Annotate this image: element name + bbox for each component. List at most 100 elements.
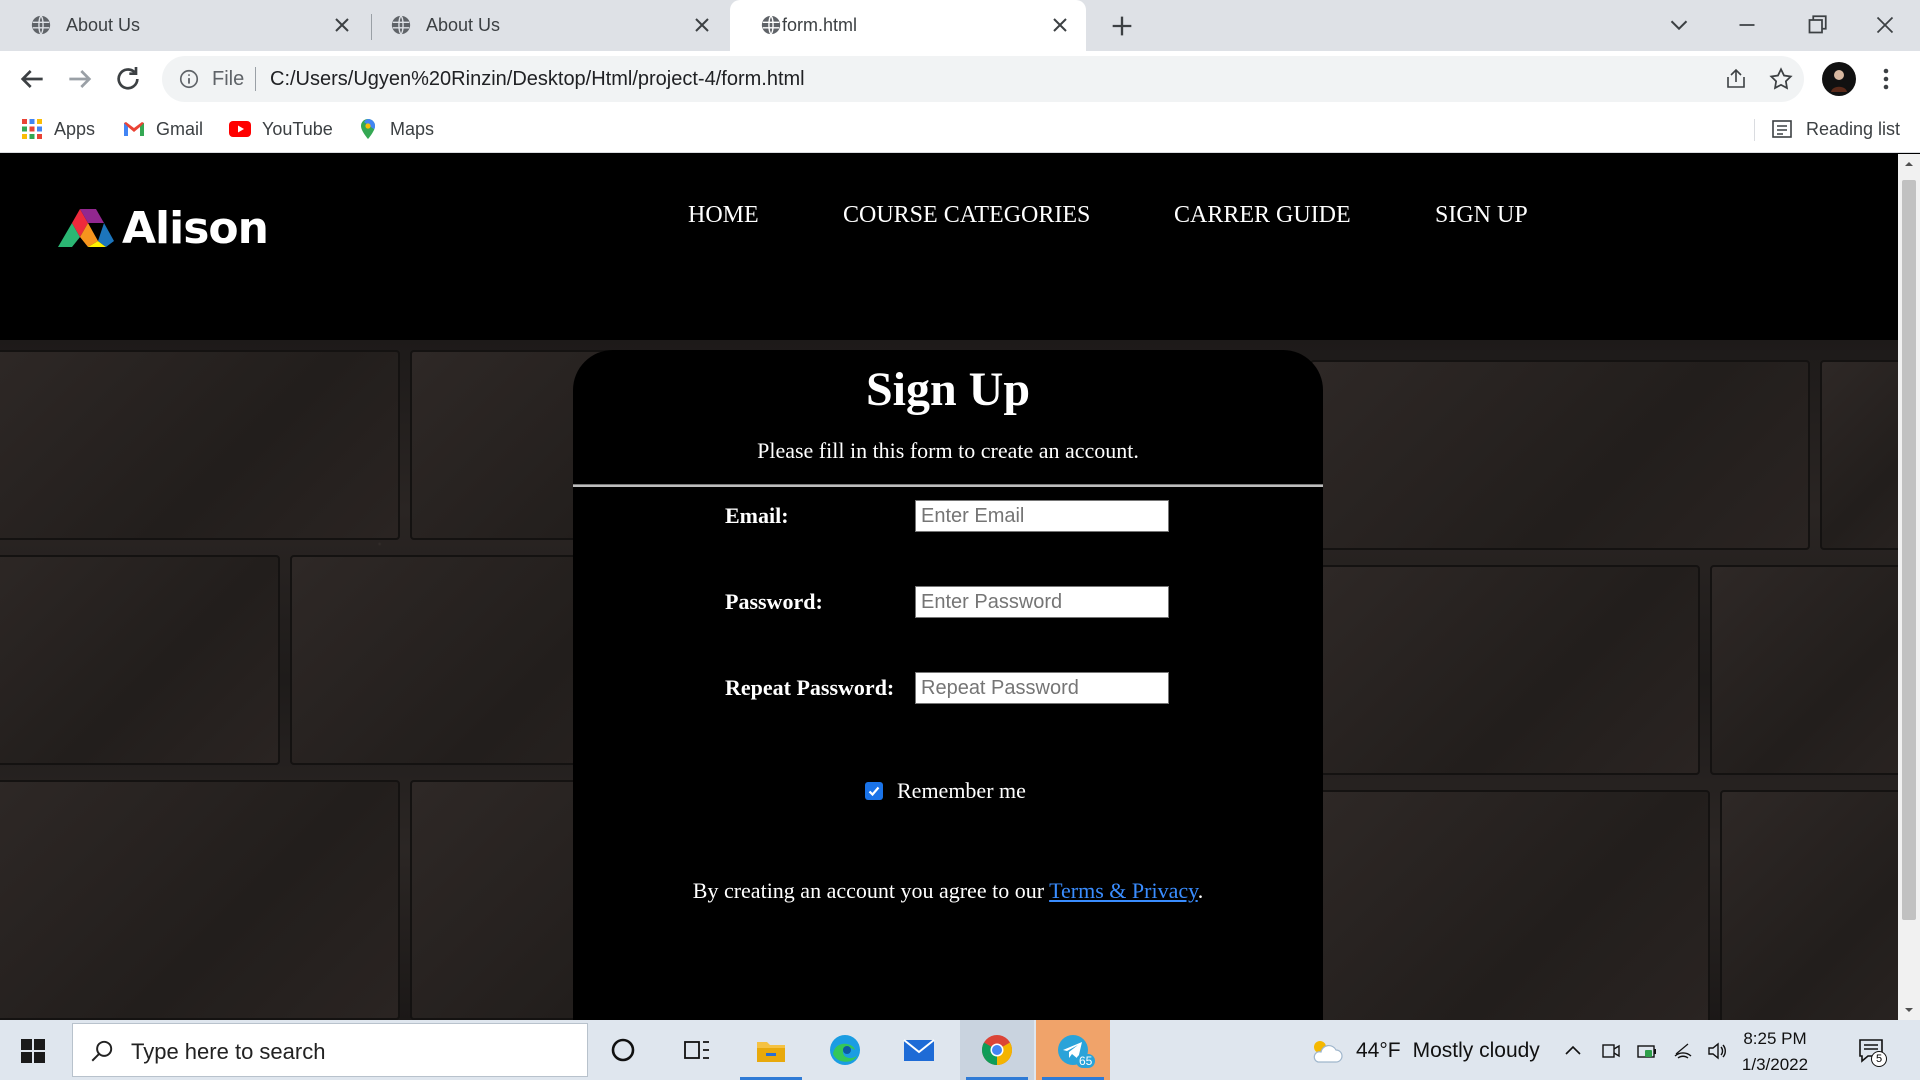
taskbar-cortana[interactable] xyxy=(586,1020,660,1080)
close-icon[interactable] xyxy=(1048,13,1072,37)
minimize-icon[interactable] xyxy=(1732,10,1762,40)
tab-about-us-1[interactable]: About Us xyxy=(0,0,368,51)
tab-about-us-2[interactable]: About Us xyxy=(360,0,728,51)
scheme-label: File xyxy=(212,68,245,90)
meet-now-icon[interactable] xyxy=(1600,1040,1622,1062)
divider xyxy=(573,484,1323,487)
bookmark-label: Gmail xyxy=(156,118,204,139)
close-icon[interactable] xyxy=(690,13,714,37)
task-view-icon xyxy=(684,1041,709,1059)
alison-logo[interactable]: Alison xyxy=(58,202,269,254)
taskbar-chrome[interactable] xyxy=(960,1020,1034,1080)
bookmark-star-icon[interactable] xyxy=(1768,66,1794,92)
windows-taskbar: Type here to search 65 44°F Mostly cloud… xyxy=(0,1020,1920,1080)
wifi-icon[interactable] xyxy=(1672,1040,1694,1062)
kebab-menu-icon[interactable] xyxy=(1876,65,1896,93)
repeat-password-label: Repeat Password: xyxy=(725,675,895,700)
profile-avatar[interactable] xyxy=(1822,62,1856,96)
window-close-icon[interactable] xyxy=(1870,10,1900,40)
brick xyxy=(1720,790,1898,1020)
terms-suffix: . xyxy=(1197,878,1204,903)
bookmark-label: YouTube xyxy=(262,118,333,139)
brick xyxy=(1310,360,1810,550)
email-field[interactable] xyxy=(915,500,1169,532)
nav-home[interactable]: HOME xyxy=(688,202,759,229)
globe-icon xyxy=(391,15,411,35)
battery-icon[interactable] xyxy=(1636,1040,1658,1062)
bookmarks-divider xyxy=(1754,119,1755,141)
tab-search-chevron-icon[interactable] xyxy=(1664,10,1694,40)
volume-icon[interactable] xyxy=(1706,1040,1728,1062)
partly-cloudy-icon xyxy=(1313,1041,1343,1063)
bookmark-gmail[interactable]: Gmail xyxy=(122,115,203,143)
system-clock[interactable]: 8:25 PM 1/3/2022 xyxy=(1730,1026,1820,1078)
back-icon[interactable] xyxy=(16,63,48,95)
nav-course-categories[interactable]: COURSE CATEGORIES xyxy=(843,202,1090,229)
share-icon[interactable] xyxy=(1724,67,1748,91)
taskbar-edge[interactable] xyxy=(808,1020,882,1080)
checkmark-icon xyxy=(868,786,880,797)
info-icon[interactable] xyxy=(178,68,200,90)
email-label: Email: xyxy=(725,503,789,528)
repeat-password-field[interactable] xyxy=(915,672,1169,704)
notification-center[interactable]: 5 xyxy=(1856,1036,1887,1067)
taskbar-mail[interactable] xyxy=(882,1020,956,1080)
address-bar[interactable]: File C:/Users/Ugyen%20Rinzin/Desktop/Htm… xyxy=(162,56,1804,102)
tab-form-html[interactable]: form.html xyxy=(730,0,1086,51)
telegram-badge: 65 xyxy=(1076,1054,1096,1068)
new-tab-icon[interactable] xyxy=(1108,12,1136,40)
nav-carrer-guide[interactable]: CARRER GUIDE xyxy=(1174,202,1351,229)
chrome-icon xyxy=(981,1035,1013,1065)
scroll-up-icon[interactable] xyxy=(1903,158,1915,170)
weather-temp: 44°F xyxy=(1356,1039,1401,1062)
scroll-down-icon[interactable] xyxy=(1903,1004,1915,1016)
close-icon[interactable] xyxy=(330,13,354,37)
chevron-up-icon[interactable] xyxy=(1562,1040,1584,1062)
tab-title: form.html xyxy=(782,15,858,35)
maps-icon xyxy=(361,119,375,139)
reload-icon[interactable] xyxy=(112,63,144,95)
remember-me[interactable]: Remember me xyxy=(865,778,1026,804)
forward-icon[interactable] xyxy=(64,63,96,95)
logo-text: Alison xyxy=(122,202,269,254)
restore-icon[interactable] xyxy=(1802,10,1832,40)
weather-text: Mostly cloudy xyxy=(1412,1039,1540,1062)
scroll-thumb[interactable] xyxy=(1902,180,1916,920)
signup-title: Sign Up xyxy=(865,363,1031,416)
signup-subtitle: Please fill in this form to create an ac… xyxy=(757,438,1139,463)
nav-sign-up[interactable]: SIGN UP xyxy=(1435,202,1528,229)
alison-logo-icon xyxy=(58,209,114,247)
edge-icon xyxy=(830,1035,860,1065)
bookmark-apps[interactable]: Apps xyxy=(20,115,95,143)
brick xyxy=(0,350,400,540)
taskbar-search[interactable]: Type here to search xyxy=(72,1023,588,1077)
apps-grid-icon xyxy=(22,119,42,139)
remember-checkbox[interactable] xyxy=(865,782,883,800)
reading-list-button[interactable]: Reading list xyxy=(1770,115,1900,143)
password-field[interactable] xyxy=(915,586,1169,618)
address-divider xyxy=(255,67,256,91)
cortana-icon xyxy=(611,1038,635,1062)
tab-strip: About Us About Us form.html xyxy=(0,0,1920,51)
bookmark-label: Apps xyxy=(54,118,96,139)
notification-count: 5 xyxy=(1871,1051,1887,1067)
page-scrollbar[interactable] xyxy=(1898,154,1920,1020)
reading-list-icon xyxy=(1772,120,1792,138)
weather-widget[interactable]: 44°F Mostly cloudy xyxy=(1308,1036,1540,1066)
windows-start-icon[interactable] xyxy=(20,1038,46,1064)
bookmark-label: Maps xyxy=(390,118,435,139)
page-viewport: Alison HOME COURSE CATEGORIES CARRER GUI… xyxy=(0,154,1898,1020)
bookmark-youtube[interactable]: YouTube xyxy=(228,115,333,143)
tab-title: About Us xyxy=(66,15,141,35)
brick xyxy=(0,555,280,765)
terms-privacy-link[interactable]: Terms & Privacy xyxy=(1049,878,1198,903)
bookmark-maps[interactable]: Maps xyxy=(356,115,434,143)
signup-card: Sign Up Please fill in this form to crea… xyxy=(573,350,1323,1020)
taskbar-file-explorer[interactable] xyxy=(734,1020,808,1080)
taskbar-telegram[interactable]: 65 xyxy=(1036,1020,1110,1080)
brick xyxy=(1320,565,1700,775)
brick xyxy=(1710,565,1898,775)
url-text[interactable]: C:/Users/Ugyen%20Rinzin/Desktop/Html/pro… xyxy=(270,68,805,91)
clock-time: 8:25 PM xyxy=(1743,1029,1807,1048)
taskbar-task-view[interactable] xyxy=(660,1020,734,1080)
